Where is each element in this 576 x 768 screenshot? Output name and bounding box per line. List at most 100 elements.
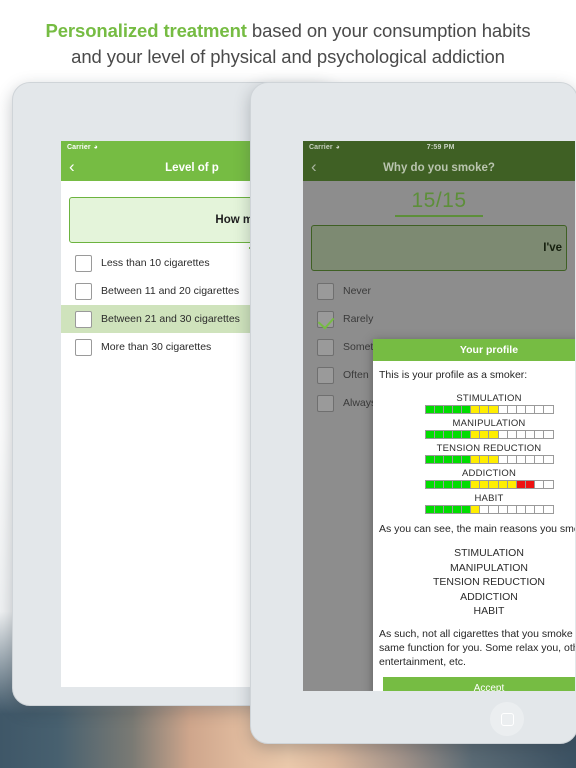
gauge-bar: [424, 455, 554, 464]
gauge-cell: [434, 456, 444, 463]
checkbox-icon[interactable]: [75, 338, 92, 356]
right-app-screen: Carrier ◕ 7:59 PM ‹ Why do you smoke? 15…: [303, 141, 575, 691]
gauge-cell: [471, 481, 481, 488]
option-label: Between 21 and 30 cigarettes: [101, 313, 240, 325]
accept-button[interactable]: Accept: [383, 676, 575, 691]
gauge-cell: [425, 431, 435, 438]
checkbox-icon[interactable]: [317, 394, 334, 412]
gauge-cell: [425, 456, 435, 463]
checkbox-icon[interactable]: [75, 282, 92, 300]
option-label: More than 30 cigarettes: [101, 341, 212, 353]
gauge-cell: [507, 456, 517, 463]
clock-label: 7:59 PM: [426, 144, 455, 151]
option-label: Never: [343, 285, 372, 297]
list-item[interactable]: Rarely: [303, 305, 575, 333]
gauge-cell: [507, 481, 517, 488]
gauge-cell: [489, 431, 499, 438]
gauge-cell: [462, 431, 472, 438]
gauge-cell: [498, 506, 508, 513]
profile-gauges: STIMULATION MANIPULATION TENSION REDUCTION…: [379, 393, 575, 514]
profile-dialog: Your profile This is your profile as a s…: [373, 339, 575, 691]
gauge-cell: [434, 506, 444, 513]
gauge-bar: [424, 480, 554, 489]
gauge-cell: [443, 456, 453, 463]
gauge-cell: [526, 406, 536, 413]
gauge-cell: [443, 431, 453, 438]
right-app-body: 15/15 I've Never Rarely Someti Often Alw…: [303, 181, 575, 691]
gauge-cell: [452, 481, 463, 488]
wifi-icon: ◕: [335, 144, 340, 151]
dialog-para-1: As you can see, the main reasons you smc: [379, 523, 575, 535]
gauge-cell: [480, 456, 490, 463]
reason-item: STIMULATION: [454, 547, 524, 559]
option-label: Between 11 and 20 cigarettes: [101, 285, 240, 297]
gauge-cell: [462, 506, 472, 513]
gauge-cell: [480, 406, 490, 413]
gauge-cell: [516, 481, 527, 488]
home-button[interactable]: [490, 702, 524, 736]
gauge-cell: [535, 431, 545, 438]
wifi-icon: ◕: [93, 144, 98, 151]
option-label: Someti: [343, 341, 376, 353]
gauge-cell: [535, 481, 545, 488]
headline-rest: based on your consumption habits: [246, 20, 531, 41]
gauge-cell: [544, 406, 553, 413]
option-label: Rarely: [343, 313, 374, 325]
dialog-body: This is your profile as a smoker: STIMUL…: [373, 361, 575, 691]
gauge-bar: [424, 505, 554, 514]
checkbox-icon[interactable]: [317, 310, 334, 328]
tablet-right: Carrier ◕ 7:59 PM ‹ Why do you smoke? 15…: [250, 82, 576, 744]
gauge-block: ADDICTION: [379, 468, 575, 489]
gauge-cell: [507, 406, 517, 413]
gauge-cell: [489, 481, 499, 488]
checkbox-icon[interactable]: [317, 282, 334, 300]
checkbox-icon[interactable]: [317, 366, 334, 384]
gauge-cell: [443, 506, 453, 513]
gauge-cell: [462, 406, 472, 413]
carrier-label: Carrier: [309, 144, 333, 151]
gauge-cell: [516, 506, 527, 513]
gauge-cell: [452, 506, 463, 513]
gauge-cell: [452, 406, 463, 413]
gauge-cell: [434, 431, 444, 438]
checkbox-icon[interactable]: [75, 254, 92, 272]
gauge-cell: [544, 506, 553, 513]
gauge-block: HABIT: [379, 493, 575, 514]
list-item[interactable]: Never: [303, 277, 575, 305]
gauge-cell: [544, 456, 553, 463]
gauge-cell: [462, 456, 472, 463]
gauge-block: TENSION REDUCTION: [379, 443, 575, 464]
option-label: Less than 10 cigarettes: [101, 257, 210, 269]
gauge-bar: [424, 430, 554, 439]
gauge-cell: [535, 406, 545, 413]
checkbox-icon[interactable]: [317, 338, 334, 356]
dialog-para-2-line1: As such, not all cigarettes that you smo…: [379, 627, 573, 640]
question-banner: I've: [311, 225, 567, 271]
gauge-cell: [489, 456, 499, 463]
gauge-cell: [471, 431, 481, 438]
gauge-label: ADDICTION: [461, 468, 517, 479]
gauge-cell: [425, 406, 435, 413]
gauge-cell: [443, 406, 453, 413]
reason-item: MANIPULATION: [450, 561, 528, 574]
right-statusbar: Carrier ◕ 7:59 PM: [303, 141, 575, 154]
gauge-cell: [462, 481, 472, 488]
right-nav-title: Why do you smoke?: [383, 161, 495, 174]
home-square-icon: [500, 712, 514, 726]
gauge-cell: [507, 431, 517, 438]
gauge-cell: [535, 456, 545, 463]
headline-line2: and your level of physical and psycholog…: [71, 46, 505, 67]
dialog-title: Your profile: [373, 339, 575, 361]
option-label: Always: [343, 397, 377, 409]
dialog-para-2-line3: entertainment, etc.: [379, 655, 466, 668]
gauge-cell: [471, 456, 481, 463]
checkbox-icon[interactable]: [75, 310, 92, 328]
gauge-cell: [516, 431, 527, 438]
question-counter-wrap: 15/15: [303, 181, 575, 217]
gauge-cell: [471, 506, 481, 513]
gauge-cell: [544, 481, 553, 488]
gauge-cell: [498, 431, 508, 438]
gauge-cell: [526, 456, 536, 463]
reason-list: STIMULATION MANIPULATION TENSION REDUCTI…: [379, 546, 575, 619]
gauge-cell: [498, 456, 508, 463]
